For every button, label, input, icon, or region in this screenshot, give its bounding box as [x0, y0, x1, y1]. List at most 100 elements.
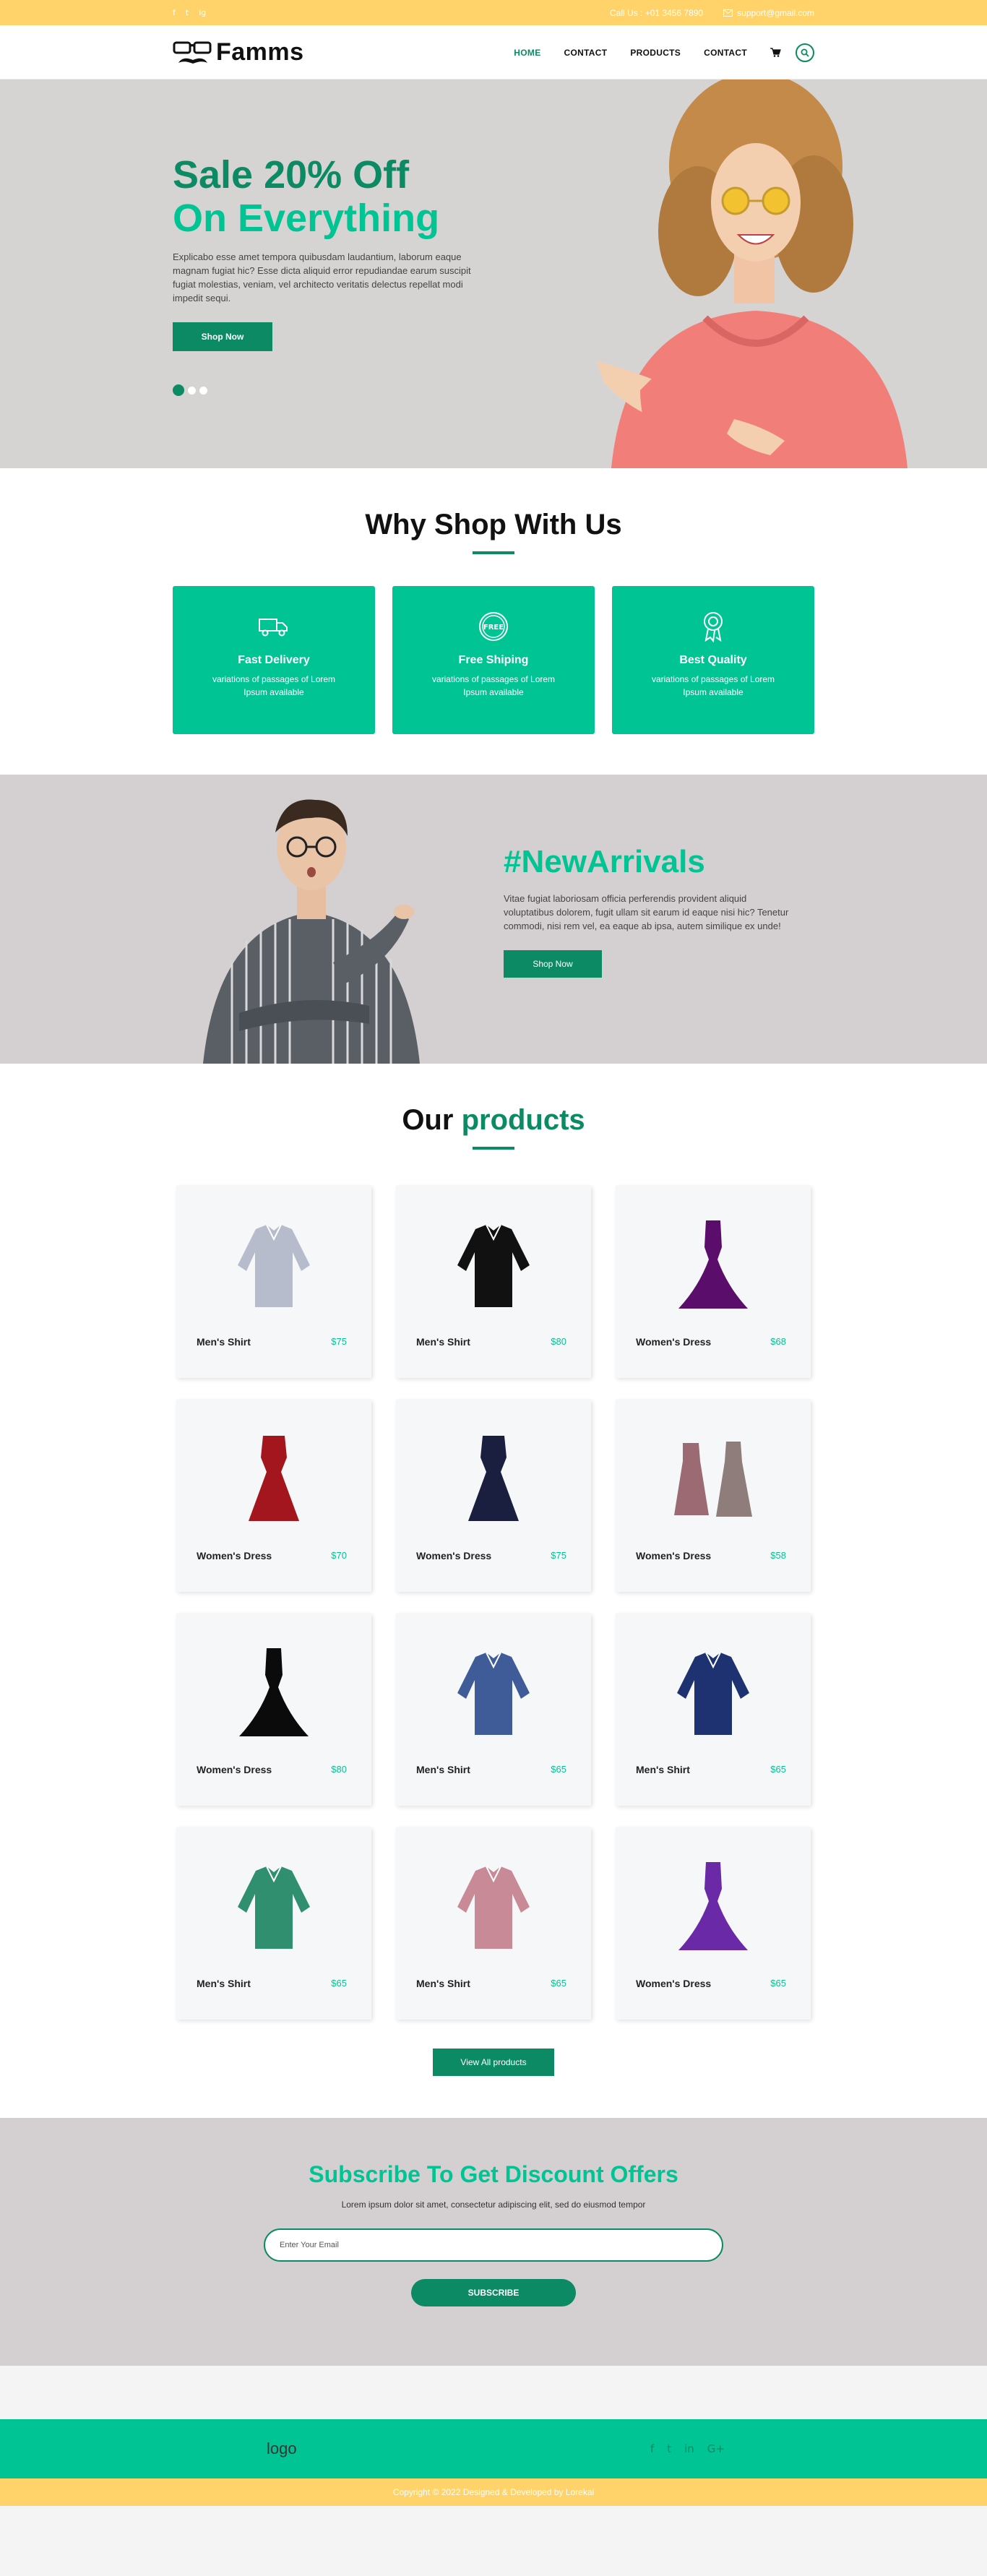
new-arrivals-shop-now-button[interactable]: Shop Now: [504, 950, 602, 978]
new-arrivals-text: #NewArrivals Vitae fugiat laboriosam off…: [504, 844, 793, 978]
product-card[interactable]: Women's Dress $70: [176, 1400, 371, 1592]
slider-dot-3[interactable]: [199, 386, 207, 395]
why-card-title: Fast Delivery: [238, 654, 310, 666]
search-button[interactable]: [796, 43, 814, 62]
slider-dot-2[interactable]: [188, 386, 196, 395]
product-image: [396, 1215, 591, 1316]
subscribe-title: Subscribe To Get Discount Offers: [309, 2161, 678, 2187]
dress-image: [249, 1436, 299, 1521]
product-image: [396, 1856, 591, 1957]
shirt-image: [238, 1866, 310, 1949]
linkedin-icon[interactable]: in: [684, 2442, 694, 2455]
product-name: Men's Shirt: [416, 1764, 470, 1775]
product-card[interactable]: Men's Shirt $65: [616, 1614, 811, 1806]
glasses-mustache-icon: [173, 41, 212, 64]
why-card-text: variations of passages of Lorem Ipsum av…: [431, 674, 556, 697]
product-price: $65: [770, 1978, 786, 1989]
quality-medal-icon: [704, 612, 723, 642]
product-card[interactable]: Men's Shirt $65: [176, 1827, 371, 2020]
why-cards: Fast Delivery variations of passages of …: [173, 586, 814, 734]
why-shop-section: Why Shop With Us Fast Delivery variation…: [0, 468, 987, 775]
product-card[interactable]: Women's Dress $65: [616, 1827, 811, 2020]
why-card-free-shipping: FREE Free Shiping variations of passages…: [392, 586, 595, 734]
phone-text: Call Us : +01 3456 7890: [610, 7, 704, 18]
why-title-underline: [473, 551, 514, 554]
view-all-products-button[interactable]: View All products: [433, 2049, 554, 2076]
top-bar: f t ig Call Us : +01 3456 7890 support@g…: [0, 0, 987, 25]
product-image: [176, 1856, 371, 1957]
product-price: $80: [331, 1764, 347, 1775]
phone-contact[interactable]: Call Us : +01 3456 7890: [610, 8, 703, 18]
facebook-icon[interactable]: f: [173, 8, 176, 17]
product-name: Men's Shirt: [197, 1978, 251, 1989]
site-logo[interactable]: Famms: [173, 38, 304, 67]
footer-spacer: [0, 2366, 987, 2419]
top-social-links: f t ig: [173, 8, 206, 17]
product-name: Women's Dress: [197, 1550, 272, 1561]
shirt-image: [457, 1224, 530, 1307]
email-text: support@gmail.com: [737, 7, 814, 18]
why-card-text: variations of passages of Lorem Ipsum av…: [212, 674, 336, 697]
footer: logo f t in G+: [0, 2419, 987, 2478]
new-arrivals-section: #NewArrivals Vitae fugiat laboriosam off…: [0, 775, 987, 1064]
product-card[interactable]: Men's Shirt $80: [396, 1186, 591, 1378]
footer-social-links: f t in G+: [650, 2442, 725, 2455]
footer-logo[interactable]: logo: [267, 2439, 297, 2458]
products-title-underline: [473, 1147, 514, 1150]
nav-products[interactable]: PRODUCTS: [630, 48, 681, 58]
free-badge-icon: FREE: [479, 612, 508, 641]
product-name: Men's Shirt: [636, 1764, 690, 1775]
gown-image: [239, 1648, 309, 1736]
slider-dots: [173, 384, 207, 396]
product-card[interactable]: Men's Shirt $75: [176, 1186, 371, 1378]
nav-home[interactable]: HOME: [514, 48, 540, 58]
shirt-image: [677, 1652, 749, 1735]
hero-heading: Sale 20% Off On Everything: [173, 153, 491, 240]
product-image: [396, 1642, 591, 1744]
hero-line-2: On Everything: [173, 197, 440, 240]
why-card-title: Free Shiping: [458, 654, 529, 666]
hero-description: Explicabo esse amet tempora quibusdam la…: [173, 251, 471, 303]
nav-contact-2[interactable]: CONTACT: [704, 48, 747, 58]
cart-icon[interactable]: [770, 48, 781, 57]
product-image: [616, 1215, 811, 1316]
email-contact[interactable]: support@gmail.com: [723, 8, 814, 18]
twitter-icon[interactable]: t: [186, 8, 189, 17]
product-image: [176, 1215, 371, 1316]
why-card-fast-delivery: Fast Delivery variations of passages of …: [173, 586, 375, 734]
nav-contact[interactable]: CONTACT: [564, 48, 608, 58]
product-card[interactable]: Women's Dress $75: [396, 1400, 591, 1592]
product-name: Women's Dress: [636, 1550, 712, 1561]
product-card[interactable]: Women's Dress $58: [616, 1400, 811, 1592]
instagram-icon[interactable]: ig: [199, 8, 206, 17]
product-name: Women's Dress: [636, 1978, 712, 1989]
hero-shop-now-button[interactable]: Shop Now: [173, 322, 272, 351]
product-image: [616, 1856, 811, 1957]
logo-text: Famms: [216, 38, 304, 66]
new-arrivals-description: Vitae fugiat laboriosam officia perferen…: [504, 893, 789, 931]
top-contact: Call Us : +01 3456 7890 support@gmail.co…: [610, 8, 814, 18]
page-bottom: [0, 2506, 987, 2576]
why-card-best-quality: Best Quality variations of passages of L…: [612, 586, 814, 734]
truck-icon: [259, 619, 288, 637]
shirt-image: [457, 1866, 530, 1949]
pair-image: [674, 1442, 752, 1517]
product-card[interactable]: Women's Dress $80: [176, 1614, 371, 1806]
product-price: $68: [770, 1336, 786, 1347]
subscribe-email-input[interactable]: Enter Your Email: [264, 2228, 723, 2262]
product-price: $65: [551, 1978, 566, 1989]
subscribe-text: Lorem ipsum dolor sit amet, consectetur …: [341, 2200, 646, 2210]
facebook-icon[interactable]: f: [650, 2442, 654, 2455]
product-card[interactable]: Men's Shirt $65: [396, 1614, 591, 1806]
subscribe-button[interactable]: SUBSCRIBE: [411, 2279, 576, 2306]
product-card[interactable]: Men's Shirt $65: [396, 1827, 591, 2020]
product-card[interactable]: Women's Dress $68: [616, 1186, 811, 1378]
google-plus-icon[interactable]: G+: [707, 2442, 725, 2455]
twitter-icon[interactable]: t: [667, 2442, 671, 2455]
hero-text: Sale 20% Off On Everything Explicabo ess…: [173, 153, 491, 351]
product-name: Women's Dress: [416, 1550, 492, 1561]
slider-dot-1[interactable]: [173, 384, 184, 396]
hero-line-1: Sale 20% Off: [173, 153, 410, 197]
product-name: Men's Shirt: [416, 1336, 470, 1348]
why-card-title: Best Quality: [679, 654, 747, 666]
